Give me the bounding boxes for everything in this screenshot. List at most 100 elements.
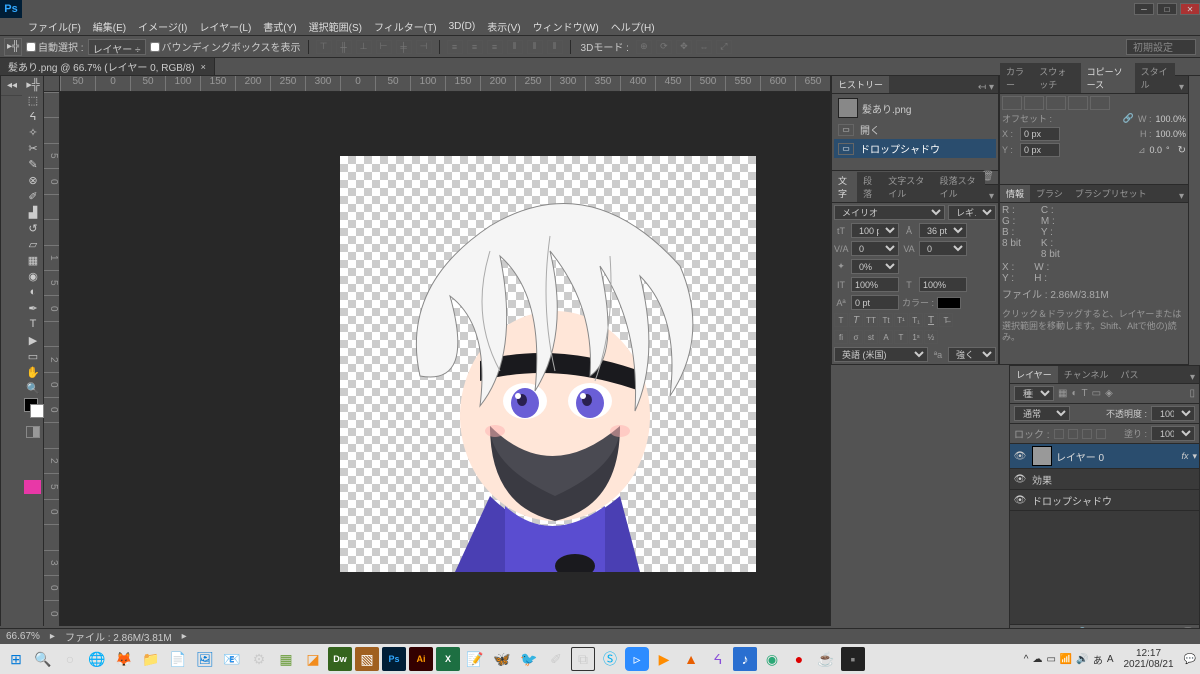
blur-tool[interactable]: ◉ (22, 268, 44, 284)
menu-3d[interactable]: 3D(D) (443, 21, 482, 32)
filter-type-icon[interactable]: T (1082, 388, 1088, 399)
zoom-level[interactable]: 66.67% (6, 631, 40, 642)
tray-chevron-icon[interactable]: ^ (1024, 654, 1029, 665)
text-color-swatch[interactable] (937, 297, 961, 309)
align-bottom-icon[interactable]: ⊥ (356, 40, 372, 54)
tab-character[interactable]: 文字 (832, 172, 857, 202)
blend-mode-select[interactable]: 通常 (1014, 406, 1070, 421)
app-icon-2[interactable]: ◪ (301, 647, 325, 671)
eyedropper-tool[interactable]: ✎ (22, 156, 44, 172)
width-value[interactable]: 100.0% (1155, 114, 1186, 124)
clone-slot-1[interactable] (1002, 96, 1022, 110)
clock[interactable]: 12:17 2021/08/21 (1117, 648, 1179, 670)
hscale-value[interactable]: 100% (919, 277, 967, 292)
lang-select[interactable]: 英語 (米国) (834, 347, 928, 362)
app-icon-12[interactable]: ▪ (841, 647, 865, 671)
start-button[interactable]: ⊞ (4, 647, 28, 671)
app-icon-7[interactable]: ✐ (544, 647, 568, 671)
action-center-icon[interactable]: 💬 (1184, 654, 1196, 665)
gradient-tool[interactable]: ▦ (22, 252, 44, 268)
fx-badge[interactable]: fx (1181, 451, 1188, 461)
excel-icon[interactable]: X (436, 647, 460, 671)
menu-filter[interactable]: フィルター(T) (368, 19, 443, 34)
zoom-icon[interactable]: ▹ (625, 647, 649, 671)
vscale-value[interactable]: 100% (851, 277, 899, 292)
screen-mode-button[interactable] (24, 480, 41, 494)
visibility-toggle[interactable]: 👁 (1012, 448, 1028, 464)
antialias-select[interactable]: 強く (948, 347, 996, 362)
baseline-value[interactable]: 0 pt (851, 295, 899, 310)
layer-filter-type[interactable]: 種類 (1014, 386, 1054, 401)
app-icon-6[interactable]: 🐦 (517, 647, 541, 671)
3d-slide-icon[interactable]: ⇔ (696, 40, 712, 54)
history-brush-tool[interactable]: ↺ (22, 220, 44, 236)
status-expand-icon[interactable]: ▸ (182, 631, 187, 642)
notepad-icon[interactable]: 📄 (166, 647, 190, 671)
menu-image[interactable]: イメージ(I) (132, 19, 193, 34)
app-icon-11[interactable]: ☕ (814, 647, 838, 671)
align-left-icon[interactable]: ⊢ (376, 40, 392, 54)
tab-close-icon[interactable]: × (201, 62, 206, 72)
font-size-select[interactable]: 100 pt (851, 223, 899, 238)
align-right-icon[interactable]: ⊣ (416, 40, 432, 54)
tracking-select[interactable]: 0 (919, 241, 967, 256)
search-button[interactable]: 🔍 (31, 647, 55, 671)
font-style-select[interactable]: レギュ… (948, 205, 996, 220)
menu-view[interactable]: 表示(V) (481, 19, 526, 34)
ordinal-button[interactable]: 1ˢ (909, 330, 923, 344)
status-arrow-icon[interactable]: ▸ (50, 631, 55, 642)
smallcaps-button[interactable]: Tt (879, 313, 893, 327)
std-lig-button[interactable]: σ (849, 330, 863, 344)
collapsed-panel-icon[interactable]: ◂◂ (1, 76, 23, 96)
fraction-button[interactable]: ½ (924, 330, 938, 344)
path-select-tool[interactable]: ▶ (22, 332, 44, 348)
menu-layer[interactable]: レイヤー(L) (193, 19, 257, 34)
fx-toggle-icon[interactable]: ▾ (1192, 451, 1197, 462)
vlc-icon[interactable]: ▲ (679, 647, 703, 671)
chrome-icon[interactable]: 🌐 (85, 647, 109, 671)
tab-layers[interactable]: レイヤー (1010, 366, 1058, 383)
color-wells[interactable] (22, 396, 43, 422)
offset-x-input[interactable] (1020, 127, 1060, 141)
app-icon-4[interactable]: 📝 (463, 647, 487, 671)
menu-help[interactable]: ヘルプ(H) (605, 19, 661, 34)
zoom-tool[interactable]: 🔍 (22, 380, 44, 396)
lock-position-icon[interactable] (1082, 429, 1092, 439)
record-icon[interactable]: ● (787, 647, 811, 671)
effect-visibility[interactable]: 👁 (1012, 471, 1028, 487)
music-icon[interactable]: ♪ (733, 647, 757, 671)
tray-cloud-icon[interactable]: ☁ (1032, 654, 1042, 665)
tab-paths[interactable]: パス (1114, 366, 1144, 383)
type-tool[interactable]: T (22, 316, 44, 332)
kerning-select[interactable]: 0 (851, 241, 899, 256)
underline-button[interactable]: T (924, 313, 938, 327)
minimize-button[interactable]: ─ (1134, 3, 1154, 15)
app-icon-9[interactable]: ᔦ (706, 647, 730, 671)
align-hcenter-icon[interactable]: ╪ (396, 40, 412, 54)
tab-brushpreset[interactable]: ブラシプリセット (1069, 185, 1153, 202)
layer-row-0[interactable]: 👁 レイヤー 0 fx ▾ (1010, 444, 1199, 469)
lock-all-icon[interactable] (1096, 429, 1106, 439)
app-icon-5[interactable]: 🦋 (490, 647, 514, 671)
maximize-button[interactable]: □ (1157, 3, 1177, 15)
background-color[interactable] (30, 404, 44, 418)
skype-icon[interactable]: Ⓢ (598, 647, 622, 671)
distribute-left-icon[interactable]: ⦀ (507, 40, 523, 54)
tab-color[interactable]: カラー (1000, 63, 1033, 93)
superscript-button[interactable]: T¹ (894, 313, 908, 327)
effect-visibility[interactable]: 👁 (1012, 492, 1028, 508)
app-icon-3[interactable]: ▧ (355, 647, 379, 671)
bounding-box-check[interactable]: バウンディングボックスを表示 (150, 39, 301, 54)
align-top-icon[interactable]: ⊤ (316, 40, 332, 54)
filter-smart-icon[interactable]: ◈ (1105, 388, 1113, 399)
menu-edit[interactable]: 編集(E) (87, 19, 132, 34)
cortana-button[interactable]: ○ (58, 647, 82, 671)
illustrator-icon[interactable]: Ai (409, 647, 433, 671)
tab-style[interactable]: スタイル (1135, 63, 1175, 93)
filter-pixel-icon[interactable]: ▦ (1058, 388, 1067, 399)
panel-menu-icon[interactable]: ↤ ▾ (974, 82, 998, 93)
stylistic-button[interactable]: T (894, 330, 908, 344)
app-icon-10[interactable]: ◉ (760, 647, 784, 671)
italic-button[interactable]: T (849, 313, 863, 327)
photo-icon[interactable]: 🖼 (193, 647, 217, 671)
